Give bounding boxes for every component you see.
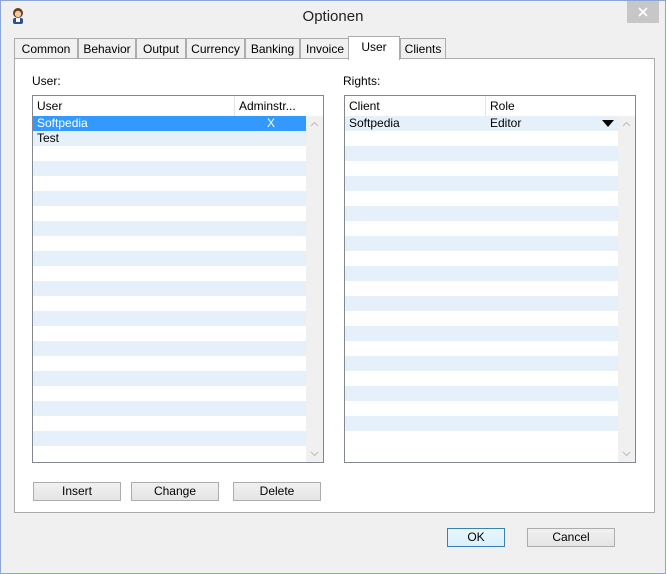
user-grid-header: User Adminstr... [33,96,323,117]
scroll-up-icon[interactable] [310,120,319,129]
empty-row[interactable] [345,131,618,146]
empty-row[interactable] [33,401,306,416]
ok-button[interactable]: OK [447,528,505,547]
rights-grid-header: Client Role [345,96,635,117]
cancel-button[interactable]: Cancel [527,528,615,547]
empty-row[interactable] [345,266,618,281]
tab-clients[interactable]: Clients [400,38,446,58]
empty-row[interactable] [33,221,306,236]
rights-row[interactable]: Softpedia Editor [345,116,618,131]
empty-row[interactable] [345,191,618,206]
user-name-cell: Test [37,131,60,145]
empty-row[interactable] [33,326,306,341]
empty-row[interactable] [33,356,306,371]
client-cell: Softpedia [349,116,400,130]
empty-row[interactable] [33,311,306,326]
user-row[interactable]: Test [33,131,306,146]
empty-row[interactable] [345,386,618,401]
column-header-role[interactable]: Role [486,96,618,116]
empty-row[interactable] [33,236,306,251]
user-row[interactable]: Softpedia X [33,116,306,131]
empty-row[interactable] [345,206,618,221]
empty-row[interactable] [33,191,306,206]
empty-row[interactable] [345,281,618,296]
empty-row[interactable] [33,146,306,161]
empty-row[interactable] [33,431,306,446]
tab-common[interactable]: Common [14,38,78,58]
rights-grid[interactable]: Client Role Softpedia Editor [344,95,636,463]
empty-row[interactable] [33,251,306,266]
empty-row[interactable] [345,341,618,356]
empty-row[interactable] [33,416,306,431]
empty-row[interactable] [33,281,306,296]
empty-row[interactable] [33,206,306,221]
empty-row[interactable] [345,176,618,191]
title-bar[interactable]: Optionen [1,1,665,32]
change-button[interactable]: Change [131,482,219,501]
tab-banking[interactable]: Banking [245,38,300,58]
empty-row[interactable] [345,161,618,176]
empty-row[interactable] [345,431,618,446]
options-window: Optionen Common Behavior Output Currency… [0,0,666,574]
scroll-down-icon[interactable] [622,449,631,458]
window-title: Optionen [302,8,364,25]
empty-row[interactable] [33,266,306,281]
empty-row[interactable] [33,296,306,311]
role-dropdown-icon[interactable] [602,120,614,127]
empty-row[interactable] [345,296,618,311]
empty-row[interactable] [345,416,618,431]
rights-list-label: Rights: [343,74,381,88]
empty-row[interactable] [345,356,618,371]
tab-user[interactable]: User [348,36,400,60]
scroll-down-icon[interactable] [310,449,319,458]
empty-row[interactable] [33,176,306,191]
empty-row[interactable] [345,221,618,236]
user-name-cell: Softpedia [37,116,88,130]
empty-row[interactable] [33,161,306,176]
user-list-label: User: [32,74,61,88]
empty-row[interactable] [33,341,306,356]
column-header-client[interactable]: Client [345,96,485,116]
column-header-administrator[interactable]: Adminstr... [235,96,307,116]
rights-grid-scrollbar[interactable] [618,116,635,462]
empty-row[interactable] [345,371,618,386]
role-cell[interactable]: Editor [486,116,596,131]
user-grid-scrollbar[interactable] [306,116,323,462]
tab-currency[interactable]: Currency [186,38,245,58]
user-grid[interactable]: User Adminstr... Softpedia X Test [32,95,324,463]
empty-row[interactable] [345,236,618,251]
admin-flag-cell[interactable] [235,131,307,146]
tab-invoice[interactable]: Invoice [300,38,350,58]
scroll-up-icon[interactable] [622,120,631,129]
empty-row[interactable] [345,401,618,416]
admin-flag-cell[interactable]: X [235,116,307,131]
rights-rows: Softpedia Editor [345,116,618,446]
user-rows: Softpedia X Test [33,116,306,446]
empty-row[interactable] [345,251,618,266]
close-icon [638,7,648,17]
insert-button[interactable]: Insert [33,482,121,501]
user-tab-panel: User: Rights: User Adminstr... Softpedia… [14,58,655,513]
delete-button[interactable]: Delete [233,482,321,501]
tab-behavior[interactable]: Behavior [78,38,136,58]
empty-row[interactable] [33,386,306,401]
empty-row[interactable] [345,326,618,341]
empty-row[interactable] [33,371,306,386]
empty-row[interactable] [345,146,618,161]
column-header-user[interactable]: User [33,96,233,116]
tab-output[interactable]: Output [136,38,186,58]
empty-row[interactable] [345,311,618,326]
close-button[interactable] [627,1,659,23]
